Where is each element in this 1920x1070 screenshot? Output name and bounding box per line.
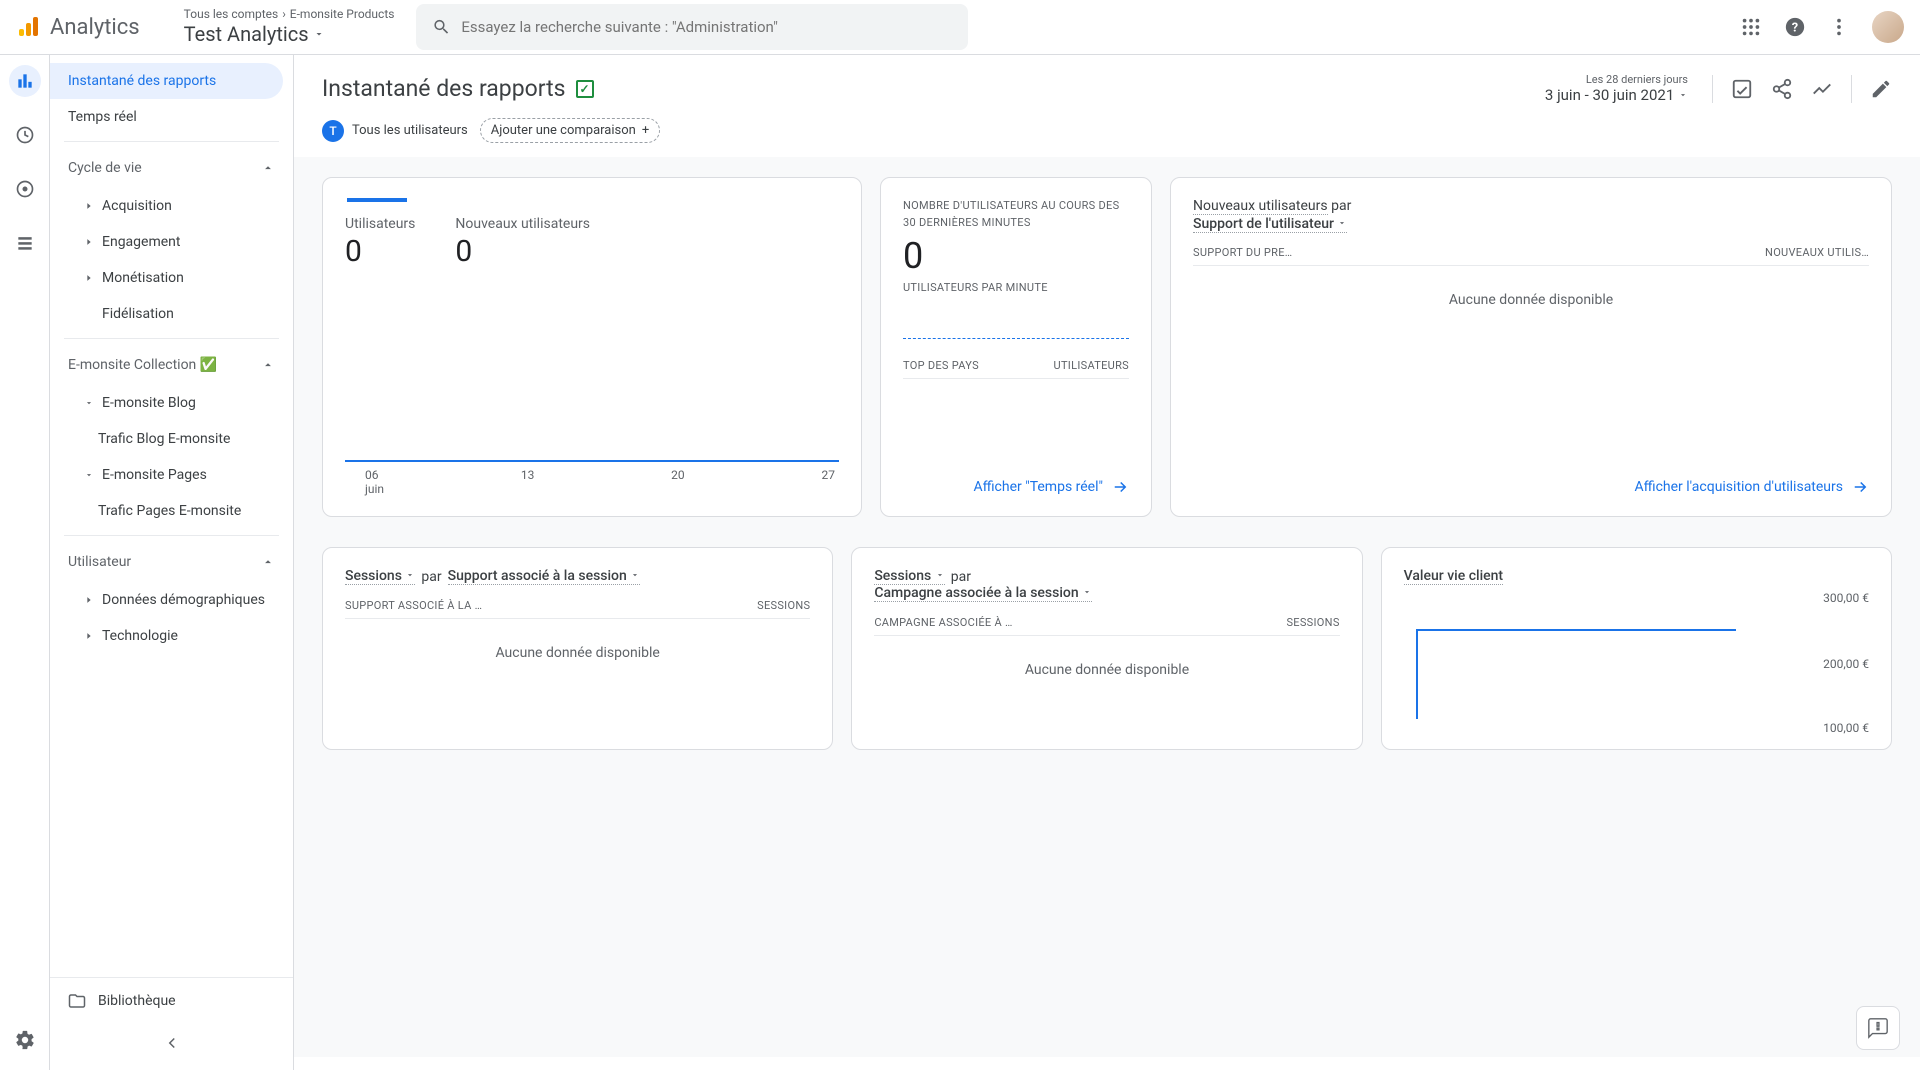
realtime-sparkline <box>903 338 1129 339</box>
gear-icon <box>14 1029 36 1051</box>
product-name: Analytics <box>50 15 140 40</box>
chevron-up-icon <box>261 161 275 175</box>
search-icon <box>432 17 451 37</box>
sidebar-group-collection[interactable]: E-monsite Collection ✅ <box>50 345 293 385</box>
date-range-picker[interactable]: Les 28 derniers jours 3 juin - 30 juin 2… <box>1545 73 1688 104</box>
arrow-right-icon <box>1851 478 1869 496</box>
property-selector[interactable]: Test Analytics <box>184 21 395 47</box>
more-vert-icon[interactable] <box>1828 16 1850 38</box>
topbar: Analytics Tous les comptes›E-monsite Pro… <box>0 0 1920 55</box>
clv-chart: 300,00 € 200,00 € 100,00 € <box>1404 599 1869 729</box>
caret-right-icon <box>84 237 94 247</box>
metric-dropdown[interactable]: Sessions <box>345 568 415 585</box>
caret-right-icon <box>84 631 94 641</box>
card-customer-lifetime-value: Valeur vie client 300,00 € 200,00 € 100,… <box>1381 547 1892 750</box>
realtime-count: 0 <box>903 235 1129 277</box>
share-icon[interactable] <box>1771 78 1793 100</box>
sidebar-item-pages[interactable]: E-monsite Pages <box>50 457 293 493</box>
caret-down-icon <box>630 570 640 580</box>
card-sessions-by-campaign: Sessions par Campagne associée à la sess… <box>851 547 1362 750</box>
users-chart <box>345 287 839 462</box>
chart-xaxis: 06juin 13 20 27 <box>345 462 839 496</box>
page-title: Instantané des rapports✓ <box>322 75 594 102</box>
rail-admin[interactable] <box>9 1024 41 1056</box>
sidebar-item-snapshot[interactable]: Instantané des rapports <box>50 63 283 99</box>
metric-dropdown[interactable]: Sessions <box>874 568 944 585</box>
card-new-users-by: Nouveaux utilisateurs par Support de l'u… <box>1170 177 1892 517</box>
chevron-right-icon: › <box>282 7 286 21</box>
tab-indicator <box>347 198 407 202</box>
card-realtime: NOMBRE D'UTILISATEURS AU COURS DES 30 DE… <box>880 177 1152 517</box>
check-icon: ✓ <box>576 80 594 98</box>
caret-right-icon <box>84 201 94 211</box>
sidebar-collapse[interactable] <box>50 1024 293 1062</box>
search-input[interactable] <box>461 18 952 36</box>
no-data-text: Aucune donnée disponible <box>1193 292 1869 308</box>
help-icon[interactable]: ? <box>1784 16 1806 38</box>
link-view-realtime[interactable]: Afficher "Temps réel" <box>903 478 1129 496</box>
feedback-icon <box>1867 1017 1889 1039</box>
card-users-trend: Utilisateurs0 Nouveaux utilisateurs0 06j… <box>322 177 862 517</box>
caret-down-icon <box>935 570 945 580</box>
dimension-dropdown[interactable]: Support associé à la session <box>448 568 641 585</box>
sidebar-item-technology[interactable]: Technologie <box>50 618 293 654</box>
sidebar-group-user[interactable]: Utilisateur <box>50 542 293 582</box>
sidebar-item-monetization[interactable]: Monétisation <box>50 260 293 296</box>
chevron-up-icon <box>261 358 275 372</box>
edit-icon[interactable] <box>1870 78 1892 100</box>
caret-down-icon <box>84 398 94 408</box>
sidebar-item-acquisition[interactable]: Acquisition <box>50 188 293 224</box>
caret-down-icon <box>1082 587 1092 597</box>
main-content: Instantané des rapports✓ Les 28 derniers… <box>294 55 1920 1070</box>
clv-title: Valeur vie client <box>1404 568 1503 585</box>
sidebar-item-blog[interactable]: E-monsite Blog <box>50 385 293 421</box>
chevron-left-icon <box>163 1034 181 1052</box>
caret-right-icon <box>84 273 94 283</box>
analytics-logo-icon <box>16 15 40 39</box>
caret-down-icon <box>405 570 415 580</box>
segment-all-users[interactable]: TTous les utilisateurs <box>322 120 468 142</box>
card-sessions-by-medium: Sessions parSupport associé à la session… <box>322 547 833 750</box>
sidebar: Instantané des rapports Temps réel Cycle… <box>50 55 294 1070</box>
customize-report-icon[interactable] <box>1731 78 1753 100</box>
sidebar-group-lifecycle[interactable]: Cycle de vie <box>50 148 293 188</box>
rail-explore[interactable] <box>9 119 41 151</box>
segment-badge: T <box>322 120 344 142</box>
avatar[interactable] <box>1872 11 1904 43</box>
feedback-button[interactable] <box>1856 1006 1900 1050</box>
apps-icon[interactable] <box>1740 16 1762 38</box>
sidebar-item-demographics[interactable]: Données démographiques <box>50 582 293 618</box>
no-data-text: Aucune donnée disponible <box>345 645 810 661</box>
sidebar-item-retention[interactable]: Fidélisation <box>50 296 293 332</box>
sidebar-item-engagement[interactable]: Engagement <box>50 224 293 260</box>
plus-icon: + <box>642 123 649 138</box>
add-comparison-button[interactable]: Ajouter une comparaison+ <box>480 118 660 143</box>
caret-down-icon <box>313 28 325 40</box>
caret-down-icon <box>84 470 94 480</box>
caret-down-icon <box>1337 218 1347 228</box>
metric-users[interactable]: Utilisateurs0 <box>345 216 415 269</box>
rail-reports[interactable] <box>9 65 41 97</box>
dimension-dropdown[interactable]: Campagne associée à la session <box>874 585 1092 602</box>
product-logo[interactable]: Analytics <box>16 15 140 40</box>
rail-advertising[interactable] <box>9 173 41 205</box>
dimension-dropdown[interactable]: Support de l'utilisateur <box>1193 216 1347 233</box>
no-data-text: Aucune donnée disponible <box>874 662 1339 678</box>
arrow-right-icon <box>1111 478 1129 496</box>
sidebar-library[interactable]: Bibliothèque <box>50 977 293 1024</box>
caret-right-icon <box>84 595 94 605</box>
icon-rail <box>0 55 50 1070</box>
svg-text:?: ? <box>1792 21 1798 36</box>
sidebar-item-blog-traffic[interactable]: Trafic Blog E-monsite <box>50 421 293 457</box>
rail-configure[interactable] <box>9 227 41 259</box>
caret-down-icon <box>1678 90 1688 100</box>
chevron-up-icon <box>261 555 275 569</box>
link-view-acquisition[interactable]: Afficher l'acquisition d'utilisateurs <box>1193 478 1869 496</box>
insights-icon[interactable] <box>1811 78 1833 100</box>
search-box[interactable] <box>416 4 968 50</box>
metric-new-users[interactable]: Nouveaux utilisateurs0 <box>455 216 590 269</box>
sidebar-item-pages-traffic[interactable]: Trafic Pages E-monsite <box>50 493 293 529</box>
folder-icon <box>68 992 86 1010</box>
sidebar-item-realtime[interactable]: Temps réel <box>50 99 293 135</box>
